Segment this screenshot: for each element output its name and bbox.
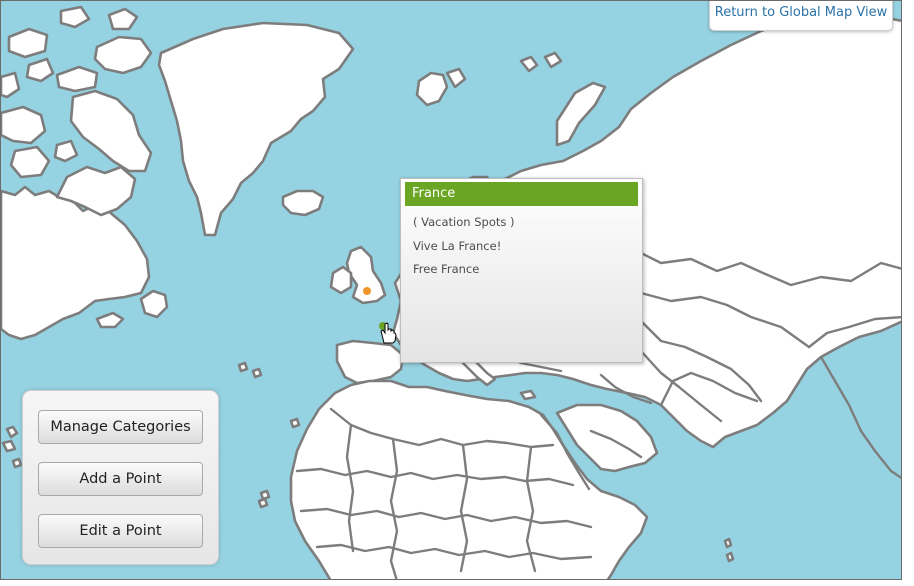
uk-marker[interactable]	[363, 287, 371, 295]
control-panel: Manage Categories Add a Point Edit a Poi…	[22, 390, 219, 565]
arctic-island-c	[1, 71, 21, 99]
svalbard-b	[445, 67, 467, 89]
newfoundland	[139, 289, 169, 319]
popup-category: ( Vacation Spots )	[413, 215, 515, 229]
ellesmere-island	[93, 35, 153, 75]
canaries	[289, 417, 301, 429]
arctic-island-a	[7, 27, 49, 59]
edit-point-button[interactable]: Edit a Point	[38, 514, 203, 548]
island-cyprus	[519, 389, 537, 401]
caribbean-c	[11, 457, 23, 469]
arctic-island-g	[59, 5, 91, 29]
ireland	[329, 265, 353, 295]
return-to-global-view-button[interactable]: Return to Global Map View	[709, 1, 893, 31]
border-asia-b	[819, 355, 901, 480]
arctic-island-b	[25, 57, 55, 83]
hand-cursor-icon	[379, 321, 397, 349]
greenland	[157, 21, 355, 237]
devon-island	[55, 65, 99, 93]
maldives-b	[725, 551, 735, 563]
map-application: France ( Vacation Spots ) Vive La France…	[0, 0, 914, 586]
baffin-island	[69, 89, 153, 173]
maldives	[723, 537, 733, 549]
world-map[interactable]: France ( Vacation Spots ) Vive La France…	[0, 0, 902, 580]
popup-title: France	[412, 186, 456, 201]
popup-line: Free France	[413, 262, 480, 276]
cape-verde-b	[257, 497, 269, 509]
svalbard	[415, 71, 449, 107]
arctic-island-d	[9, 145, 51, 179]
caribbean-b	[1, 439, 17, 453]
location-popup: France ( Vacation Spots ) Vive La France…	[400, 178, 643, 363]
nova-scotia	[95, 311, 125, 329]
popup-header: France	[405, 182, 638, 206]
arctic-island-f	[107, 7, 139, 31]
azores-b	[251, 367, 263, 379]
manage-categories-button[interactable]: Manage Categories	[38, 410, 203, 444]
popup-line: Vive La France!	[413, 239, 502, 253]
return-to-global-view-label: Return to Global Map View	[714, 5, 888, 20]
victoria-island	[1, 105, 47, 145]
franz-josef-b	[543, 51, 563, 69]
franz-josef	[519, 55, 539, 73]
novaya-zemlya	[555, 81, 607, 147]
azores	[237, 361, 249, 373]
caribbean-a	[5, 425, 19, 439]
arctic-island-e	[53, 139, 79, 163]
north-america	[1, 185, 151, 341]
add-point-button[interactable]: Add a Point	[38, 462, 203, 496]
iceland	[281, 189, 325, 217]
